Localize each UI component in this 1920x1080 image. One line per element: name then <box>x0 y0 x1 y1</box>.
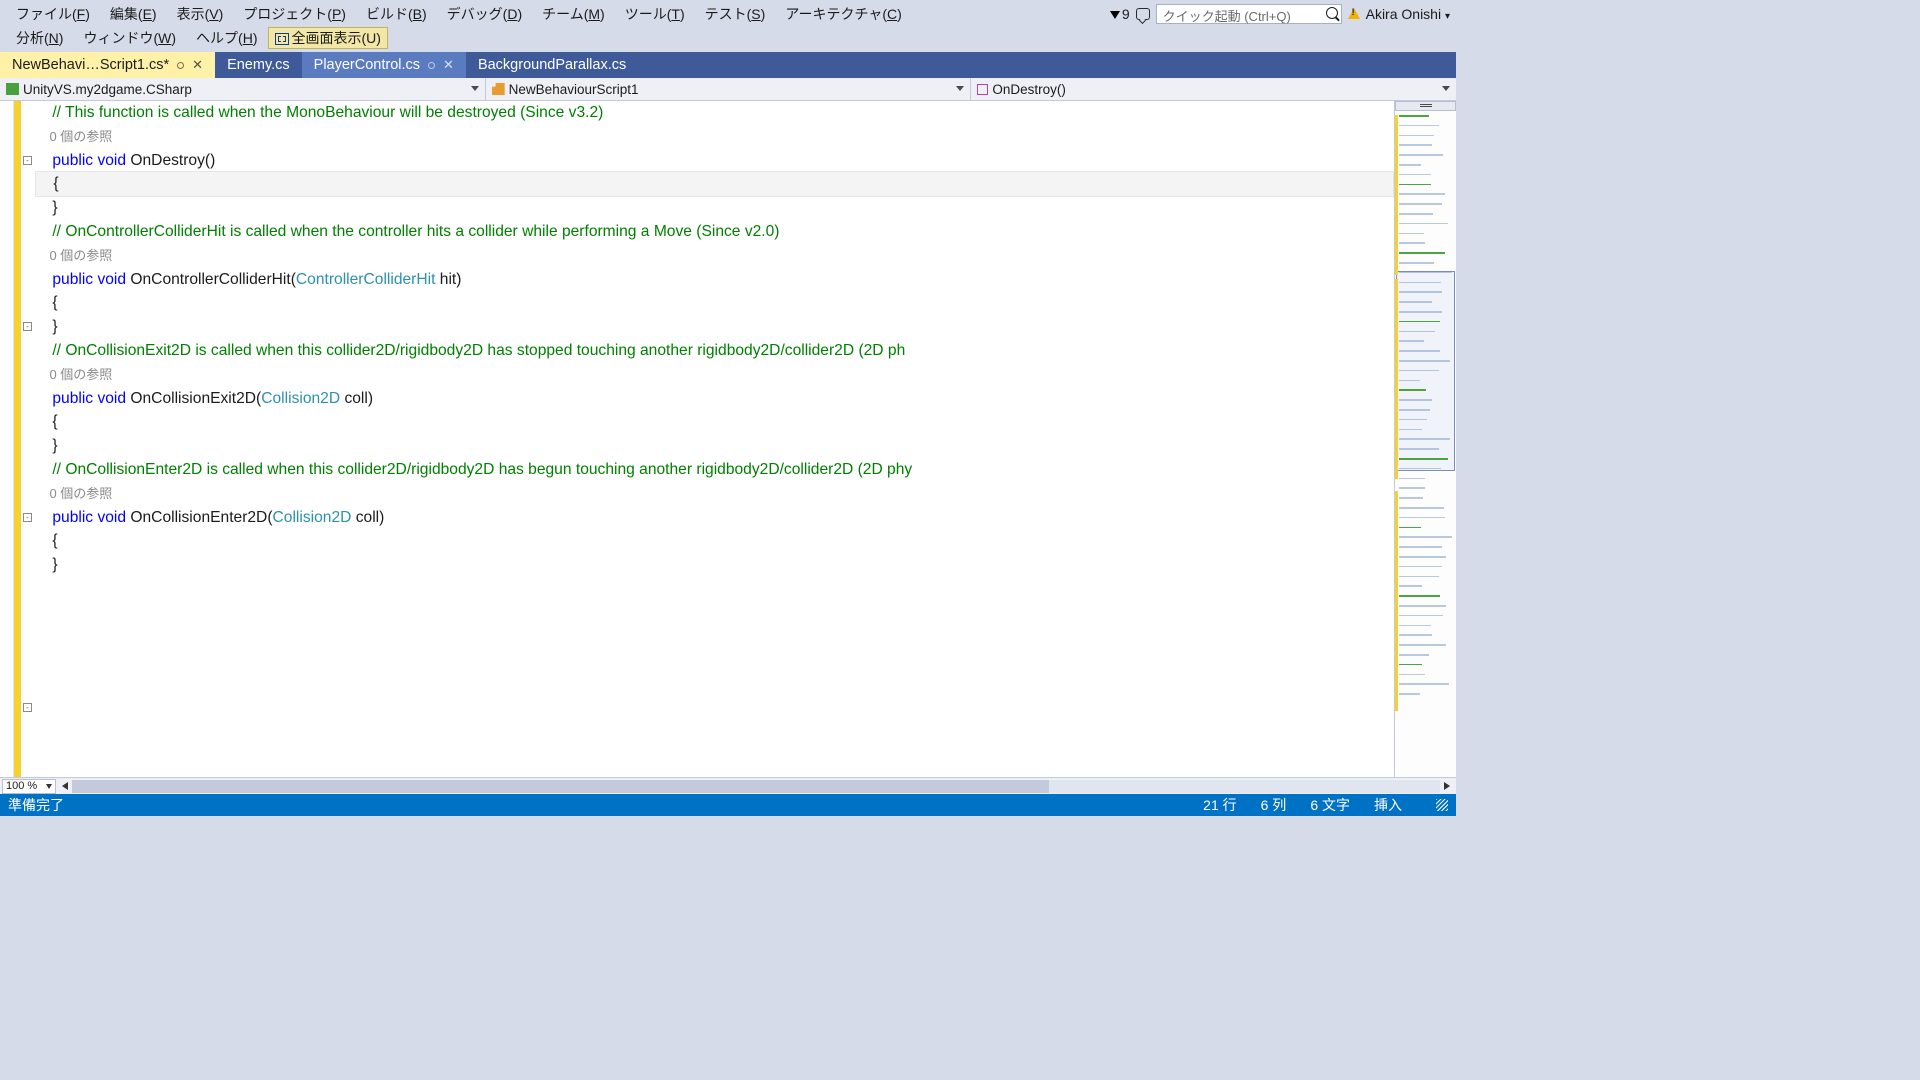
fold-toggle[interactable]: - <box>23 703 32 712</box>
user-name[interactable]: Akira Onishi ▾ <box>1366 6 1450 22</box>
fold-toggle[interactable]: - <box>23 156 32 165</box>
code-area[interactable]: // This function is called when the Mono… <box>35 101 1394 777</box>
menu-bar: ファイル(F)編集(E)表示(V)プロジェクト(P)ビルド(B)デバッグ(D)チ… <box>0 0 1456 27</box>
indicator-margin <box>0 101 14 777</box>
feedback-icon[interactable] <box>1136 8 1150 20</box>
fold-toggle[interactable]: - <box>23 513 32 522</box>
menu-編集[interactable]: 編集(E) <box>100 4 167 24</box>
status-chars: 6 文字 <box>1310 795 1350 815</box>
menu-アーキテクチャ[interactable]: アーキテクチャ(C) <box>775 4 911 24</box>
menu-ウィンドウ[interactable]: ウィンドウ(W) <box>73 28 186 48</box>
fullscreen-button[interactable]: 全画面表示(U) <box>268 27 388 49</box>
fold-toggle[interactable]: - <box>23 322 32 331</box>
menu-ファイル[interactable]: ファイル(F) <box>6 4 100 24</box>
change-tracking-margin <box>14 101 21 777</box>
fullscreen-icon <box>275 33 289 45</box>
close-icon[interactable]: ✕ <box>443 57 454 73</box>
tab-Enemy-cs[interactable]: Enemy.cs <box>215 52 302 78</box>
status-column: 6 列 <box>1261 795 1287 815</box>
flag-icon <box>1110 11 1120 19</box>
resize-grip-icon[interactable] <box>1436 799 1448 811</box>
split-handle[interactable] <box>1395 101 1456 111</box>
menu-表示[interactable]: 表示(V) <box>167 4 234 24</box>
nav-class-dropdown[interactable]: NewBehaviourScript1 <box>486 78 972 100</box>
menu-プロジェクト[interactable]: プロジェクト(P) <box>233 4 356 24</box>
menu-チーム[interactable]: チーム(M) <box>532 4 615 24</box>
nav-project-dropdown[interactable]: UnityVS.my2dgame.CSharp <box>0 78 486 100</box>
status-bar: 準備完了 21 行 6 列 6 文字 挿入 <box>0 794 1456 816</box>
editor-bottom-bar: 100 % <box>0 777 1456 794</box>
code-editor[interactable]: - - - - // This function is called when the… <box>0 101 1456 777</box>
status-line: 21 行 <box>1203 795 1236 815</box>
close-icon[interactable]: ✕ <box>192 57 203 73</box>
horizontal-scrollbar[interactable] <box>58 779 1454 794</box>
outline-margin[interactable]: - - - - <box>21 101 35 777</box>
menu-テスト[interactable]: テスト(S) <box>695 4 776 24</box>
project-icon <box>6 83 19 95</box>
pin-icon[interactable] <box>428 62 435 69</box>
status-insert: 挿入 <box>1374 795 1402 815</box>
menu-ヘルプ[interactable]: ヘルプ(H) <box>186 28 267 48</box>
quick-launch-input[interactable]: クイック起動 (Ctrl+Q) <box>1156 4 1342 24</box>
tab-PlayerControl-cs[interactable]: PlayerControl.cs✕ <box>302 52 466 78</box>
menu-bar-2: 分析(N)ウィンドウ(W)ヘルプ(H) 全画面表示(U) <box>0 27 1456 52</box>
method-icon <box>977 84 988 95</box>
pin-icon[interactable] <box>177 62 184 69</box>
tab-BackgroundParallax-cs[interactable]: BackgroundParallax.cs <box>466 52 638 78</box>
document-tabs: NewBehavi…Script1.cs*✕Enemy.csPlayerCont… <box>0 52 1456 78</box>
menu-デバッグ[interactable]: デバッグ(D) <box>437 4 532 24</box>
search-icon <box>1326 7 1338 19</box>
warning-icon[interactable] <box>1348 8 1360 19</box>
menu-ツール[interactable]: ツール(T) <box>615 4 695 24</box>
menu-分析[interactable]: 分析(N) <box>6 28 73 48</box>
notifications[interactable]: 9 <box>1110 6 1130 22</box>
scrollbar-map[interactable] <box>1394 101 1456 777</box>
tab-NewBehavi-Script1-cs-[interactable]: NewBehavi…Script1.cs*✕ <box>0 52 215 78</box>
class-icon <box>492 83 505 95</box>
navigation-bar: UnityVS.my2dgame.CSharp NewBehaviourScri… <box>0 78 1456 101</box>
zoom-dropdown[interactable]: 100 % <box>2 779 56 794</box>
menu-ビルド[interactable]: ビルド(B) <box>356 4 437 24</box>
nav-member-dropdown[interactable]: OnDestroy() <box>971 78 1456 100</box>
status-ready: 準備完了 <box>8 795 64 815</box>
